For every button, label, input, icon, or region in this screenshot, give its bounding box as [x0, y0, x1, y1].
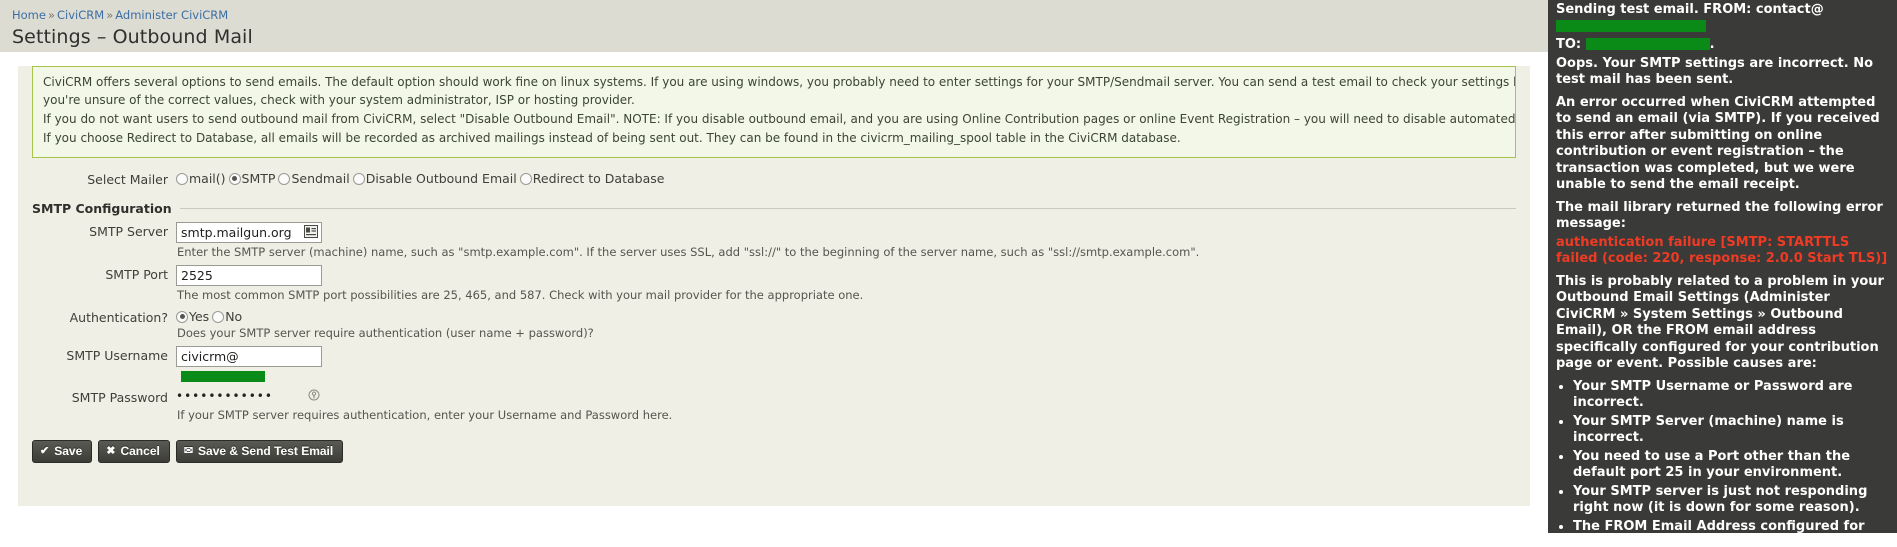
smtp-server-label: SMTP Server: [89, 224, 168, 239]
page-body: CiviCRM offers several options to send e…: [0, 66, 1548, 547]
smtp-server-hint: Enter the SMTP server (machine) name, su…: [177, 245, 1200, 259]
radio-option-disable-outbound[interactable]: Disable Outbound Email: [352, 171, 517, 186]
oops-message: Oops. Your SMTP settings are incorrect. …: [1556, 55, 1874, 88]
breadcrumb-separator-2: »: [106, 8, 114, 22]
help-line-1: CiviCRM offers several options to send e…: [43, 75, 1515, 89]
error-paragraph-3: This is probably related to a problem in…: [1556, 273, 1884, 372]
check-icon: ✔: [40, 444, 50, 457]
radio-icon-mail[interactable]: [176, 172, 188, 185]
redaction-bar-username: [181, 371, 265, 382]
error-notification-panel: 🖶 Sending test email. FROM: contact@ TO:…: [1548, 0, 1897, 533]
smtp-port-label: SMTP Port: [105, 267, 168, 282]
radio-label-smtp: SMTP: [241, 171, 276, 186]
radio-label-disable-outbound: Disable Outbound Email: [365, 171, 517, 186]
cause-item: Your SMTP server is just not responding …: [1573, 484, 1889, 517]
radio-icon-sendmail[interactable]: [278, 172, 291, 185]
select-mailer-radio-group[interactable]: mail() SMTP Sendmail Disable Outbound Em…: [176, 170, 1530, 186]
save-button[interactable]: ✔ Save: [32, 440, 93, 463]
key-icon[interactable]: [308, 389, 320, 404]
outbound-mail-form: CiviCRM offers several options to send e…: [18, 66, 1530, 506]
breadcrumb-link-civicrm[interactable]: CiviCRM: [57, 8, 104, 22]
envelope-icon: ✉: [183, 444, 194, 457]
smtp-configuration-heading: SMTP Configuration: [32, 201, 1516, 216]
cause-item: The FROM Email Address configured for th…: [1573, 519, 1889, 534]
sending-test-email-text: Sending test email. FROM: contact@: [1556, 2, 1824, 17]
error-paragraph-2: The mail library returned the following …: [1556, 199, 1883, 232]
authentication-label: Authentication?: [69, 310, 168, 325]
breadcrumb-separator-1: »: [47, 8, 56, 22]
smtp-server-input-wrap: smtp.mailgun.org: [176, 222, 322, 243]
smtp-server-row: SMTP Server smtp.mailgun.org Enter the S…: [18, 218, 1530, 261]
possible-causes-list: Your SMTP Username or Password are incor…: [1556, 379, 1889, 534]
help-line-2: you're unsure of the correct values, che…: [43, 93, 635, 107]
radio-icon-auth-no[interactable]: [212, 310, 225, 323]
error-paragraph-1: An error occurred when CiviCRM attempted…: [1556, 94, 1880, 193]
smtp-username-label: SMTP Username: [66, 348, 168, 363]
smtp-port-input[interactable]: 2525: [176, 265, 322, 286]
radio-icon-smtp[interactable]: [228, 172, 241, 185]
to-line: TO: .: [1556, 37, 1889, 54]
page-header: Home» CiviCRM» Administer CiviCRM Settings…: [0, 0, 1548, 52]
radio-option-mail[interactable]: mail(): [176, 171, 226, 186]
section-divider: [179, 208, 1516, 209]
radio-option-redirect-db[interactable]: Redirect to Database: [519, 171, 665, 186]
save-button-label: Save: [54, 444, 83, 458]
authentication-radio-group[interactable]: Yes No: [176, 308, 1530, 324]
radio-label-redirect-db: Redirect to Database: [532, 171, 665, 186]
breadcrumb-link-administer-civicrm[interactable]: Administer CiviCRM: [115, 8, 228, 22]
redaction-bar-from-email: [1556, 19, 1706, 32]
redaction-bar-to-email: [1585, 38, 1710, 50]
select-mailer-row: Select Mailer mail() SMTP Sendmail Disab…: [18, 166, 1530, 187]
radio-label-auth-yes: Yes: [189, 309, 210, 324]
radio-icon-disable-outbound[interactable]: [352, 172, 365, 185]
smtp-username-input[interactable]: civicrm@: [176, 346, 322, 382]
help-box: CiviCRM offers several options to send e…: [32, 66, 1516, 158]
smtp-username-value: civicrm@: [181, 349, 239, 364]
cause-item: Your SMTP Username or Password are incor…: [1573, 379, 1889, 412]
to-label: TO:: [1556, 37, 1582, 52]
smtp-password-value: ••••••••••••: [176, 389, 273, 403]
save-and-send-test-email-label: Save & Send Test Email: [198, 444, 334, 458]
radio-label-mail: mail(): [189, 171, 226, 186]
radio-option-smtp[interactable]: SMTP: [228, 171, 276, 186]
radio-icon-redirect-db[interactable]: [519, 172, 532, 185]
cause-item: Your SMTP Server (machine) name is incor…: [1573, 414, 1889, 447]
smtp-password-row: SMTP Password •••••••••••• If your SMTP …: [18, 384, 1530, 424]
help-line-3: If you do not want users to send outboun…: [43, 112, 1516, 126]
cancel-button-label: Cancel: [120, 444, 160, 458]
sending-test-email-line: Sending test email. FROM: contact@: [1556, 2, 1889, 35]
authentication-hint: Does your SMTP server require authentica…: [177, 326, 594, 340]
error-detail-message: authentication failure [SMTP: STARTTLS f…: [1556, 234, 1888, 267]
radio-option-auth-no[interactable]: No: [212, 309, 242, 324]
smtp-port-hint: The most common SMTP port possibilities …: [177, 288, 864, 302]
page-title: Settings – Outbound Mail: [12, 26, 253, 48]
help-line-4: If you choose Redirect to Database, all …: [43, 131, 1181, 145]
save-and-send-test-email-button[interactable]: ✉ Save & Send Test Email: [175, 440, 344, 463]
radio-option-auth-yes[interactable]: Yes: [176, 309, 209, 324]
smtp-server-input[interactable]: smtp.mailgun.org: [176, 222, 322, 243]
smtp-configuration-title: SMTP Configuration: [32, 201, 172, 216]
radio-icon-auth-yes[interactable]: [176, 310, 188, 323]
smtp-password-hint: If your SMTP server requires authenticat…: [177, 408, 673, 422]
authentication-row: Authentication? Yes No Does your SMTP se…: [18, 304, 1530, 342]
smtp-password-label: SMTP Password: [71, 390, 168, 405]
smtp-password-input[interactable]: ••••••••••••: [176, 388, 326, 406]
to-suffix: .: [1709, 37, 1715, 52]
cancel-button[interactable]: ✖ Cancel: [98, 440, 170, 463]
x-icon: ✖: [106, 444, 116, 457]
form-actions: ✔ Save ✖ Cancel ✉ Save & Send Test Email: [32, 440, 1530, 463]
select-mailer-label: Select Mailer: [87, 172, 168, 187]
radio-label-auth-no: No: [225, 309, 243, 324]
smtp-port-row: SMTP Port 2525 The most common SMTP port…: [18, 261, 1530, 304]
radio-label-sendmail: Sendmail: [291, 171, 350, 186]
smtp-username-row: SMTP Username civicrm@: [18, 342, 1530, 384]
cause-item: You need to use a Port other than the de…: [1573, 449, 1889, 482]
radio-option-sendmail[interactable]: Sendmail: [278, 171, 350, 186]
breadcrumb: Home» CiviCRM» Administer CiviCRM: [0, 6, 1548, 22]
breadcrumb-link-home[interactable]: Home: [12, 8, 46, 22]
